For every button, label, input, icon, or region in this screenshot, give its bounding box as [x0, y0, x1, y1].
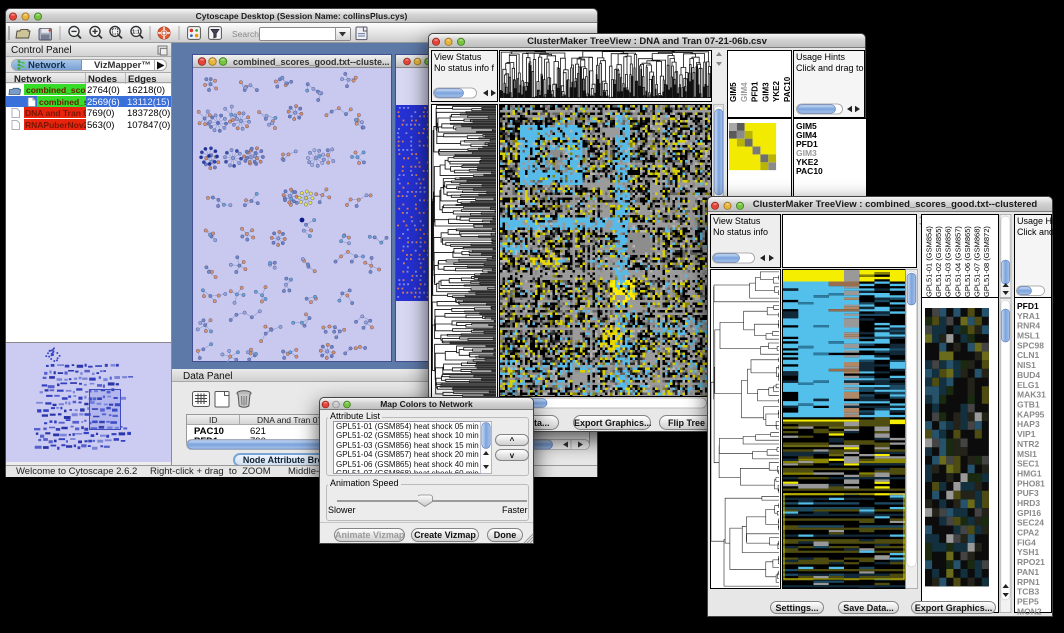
- svg-text:SEC24: SEC24: [1017, 518, 1044, 528]
- svg-text:PAC10: PAC10: [783, 76, 791, 102]
- svg-text:VIP1: VIP1: [1017, 429, 1036, 439]
- svg-text:NTR2: NTR2: [1017, 439, 1039, 449]
- svg-text:RPN1: RPN1: [1017, 577, 1040, 587]
- svg-text:GIM5: GIM5: [729, 82, 738, 102]
- svg-text:GPL51-03 (GSM856): GPL51-03 (GSM856): [944, 226, 953, 297]
- svg-text:YSH1: YSH1: [1017, 547, 1039, 557]
- svg-text:HRD3: HRD3: [1017, 498, 1040, 508]
- svg-text:GPL51-02 (GSM855): GPL51-02 (GSM855): [934, 226, 943, 297]
- svg-text:PAN1: PAN1: [1017, 567, 1039, 577]
- svg-text:GPL51-07 (GSM868): GPL51-07 (GSM868): [973, 226, 982, 297]
- svg-text:PEP5: PEP5: [1017, 597, 1039, 607]
- svg-text:SPC98: SPC98: [1017, 340, 1044, 350]
- svg-text:RPO21: RPO21: [1017, 557, 1045, 567]
- svg-text:MSI1: MSI1: [1017, 449, 1037, 459]
- svg-text:YKE2: YKE2: [772, 81, 781, 102]
- svg-text:KAP95: KAP95: [1017, 409, 1045, 419]
- svg-text:1:1: 1:1: [132, 30, 140, 36]
- svg-text:HMG1: HMG1: [1017, 468, 1042, 478]
- svg-text:PFD1: PFD1: [1017, 301, 1039, 311]
- svg-text:GIM4: GIM4: [740, 82, 749, 102]
- svg-text:GPL51-06 (GSM865): GPL51-06 (GSM865): [963, 226, 972, 297]
- svg-text:FIG4: FIG4: [1017, 537, 1036, 547]
- svg-text:SEC1: SEC1: [1017, 459, 1039, 469]
- svg-text:GPL51-01 (GSM854): GPL51-01 (GSM854): [925, 226, 934, 297]
- svg-text:GIM3: GIM3: [761, 82, 770, 102]
- svg-text:BUD4: BUD4: [1017, 370, 1040, 380]
- svg-text:PUF3: PUF3: [1017, 488, 1039, 498]
- svg-text:NIS1: NIS1: [1017, 360, 1036, 370]
- svg-text:TCB3: TCB3: [1017, 587, 1039, 597]
- svg-text:GPL51-08 (GSM872): GPL51-08 (GSM872): [982, 226, 991, 297]
- svg-text:PHO81: PHO81: [1017, 478, 1045, 488]
- svg-text:MON2: MON2: [1017, 606, 1042, 616]
- svg-text:RNR4: RNR4: [1017, 321, 1040, 331]
- svg-text:PFD1: PFD1: [751, 81, 760, 102]
- svg-text:MAK31: MAK31: [1017, 390, 1046, 400]
- svg-text:GPI16: GPI16: [1017, 508, 1041, 518]
- svg-text:CPA2: CPA2: [1017, 528, 1039, 538]
- svg-text:PAC10: PAC10: [796, 166, 823, 176]
- svg-text:YRA1: YRA1: [1017, 311, 1040, 321]
- svg-text:CLN1: CLN1: [1017, 350, 1039, 360]
- svg-text:GTB1: GTB1: [1017, 400, 1040, 410]
- svg-text:GPL51-04 (GSM857): GPL51-04 (GSM857): [953, 226, 962, 297]
- svg-text:HAP3: HAP3: [1017, 419, 1040, 429]
- svg-text:MSL1: MSL1: [1017, 331, 1040, 341]
- svg-text:ELG1: ELG1: [1017, 380, 1039, 390]
